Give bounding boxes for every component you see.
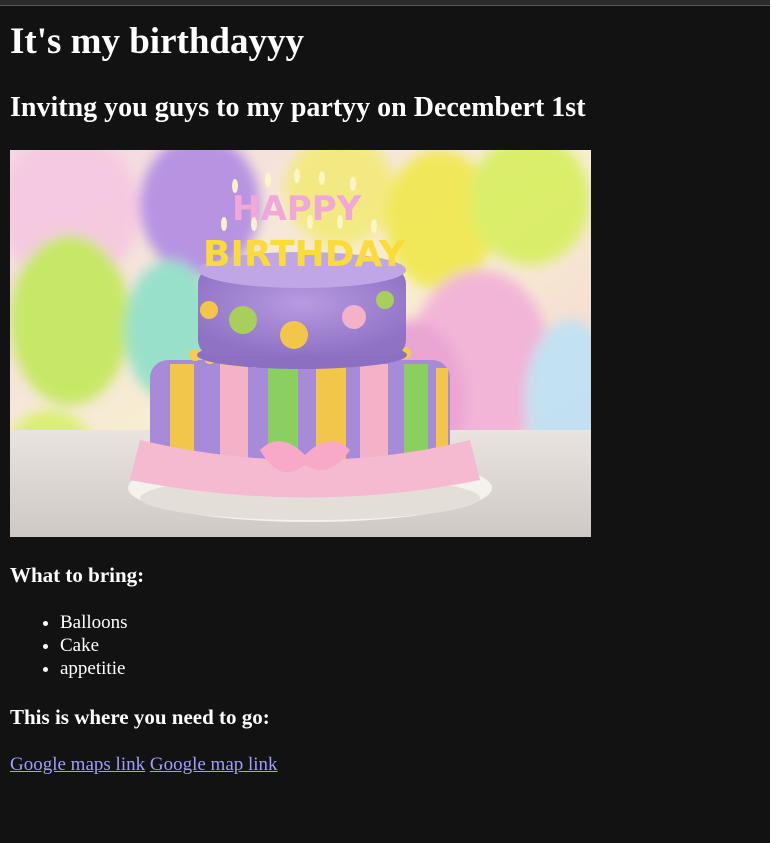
bring-list: Balloons Cake appetitie [10, 611, 128, 680]
browser-top-edge [0, 0, 770, 6]
list-item: appetitie [60, 657, 128, 680]
party-subtitle: Invitng you guys to my partyy on Decembe… [10, 92, 586, 123]
page-title: It's my birthdayyy [10, 21, 304, 62]
google-maps-link-2[interactable]: Google map link [150, 754, 278, 775]
bring-heading: What to bring: [10, 563, 145, 587]
google-maps-link-1[interactable]: Google maps link [10, 754, 145, 775]
svg-text:BIRTHDAY: BIRTHDAY [203, 234, 406, 275]
list-item: Balloons [60, 611, 128, 634]
birthday-cake-image: HAPPY BIRTHDAY [10, 150, 591, 537]
links-row: Google maps link Google map link [10, 753, 278, 777]
location-heading: This is where you need to go: [10, 705, 270, 729]
list-item: Cake [60, 634, 128, 657]
